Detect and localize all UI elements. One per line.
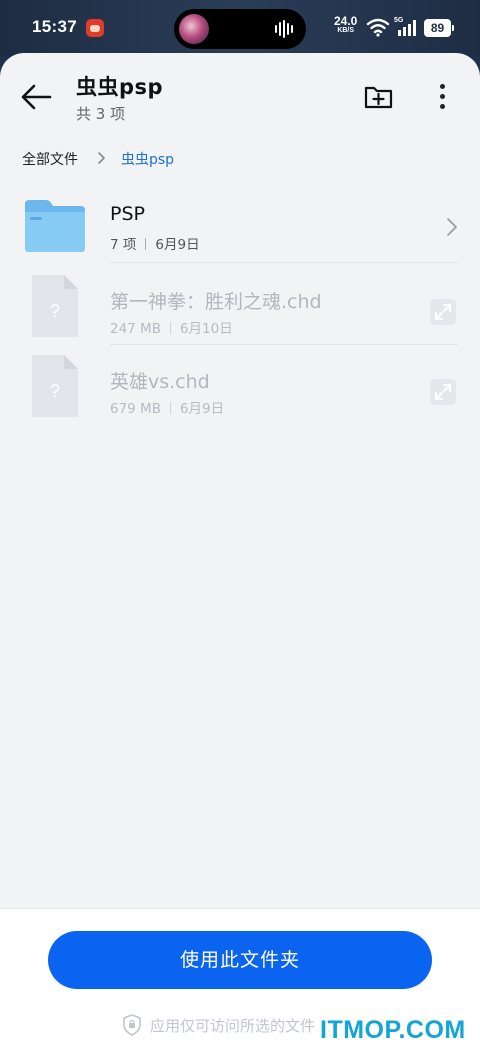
- file-name: 第一神拳：胜利之魂.chd: [110, 291, 322, 313]
- list-item[interactable]: PSP 7 项 6月9日: [0, 183, 480, 263]
- file-name: PSP: [110, 203, 145, 225]
- network-speed-value: 24.0: [334, 14, 358, 28]
- use-folder-button[interactable]: 使用此文件夹: [48, 931, 432, 989]
- privacy-note-text: 应用仅可访问所选的文件: [150, 1017, 316, 1035]
- signal-label: 5G: [394, 17, 404, 24]
- file-meta: 247 MB 6月10日: [110, 317, 233, 337]
- file-name: 英雄vs.chd: [110, 371, 210, 393]
- modified-date: 6月9日: [155, 237, 200, 253]
- unknown-file-icon: ?: [32, 355, 78, 417]
- more-options-icon[interactable]: [432, 81, 452, 113]
- back-arrow-icon[interactable]: [18, 79, 58, 115]
- audio-wave-icon: [275, 20, 293, 38]
- network-speed: 24.0 KB/S: [334, 14, 358, 35]
- item-count-label: 7 项: [110, 237, 137, 253]
- network-speed-unit: KB/S: [337, 27, 355, 34]
- item-count: 共 3 项: [76, 105, 126, 123]
- chevron-right-icon: [98, 152, 105, 164]
- wifi-icon: [366, 18, 390, 37]
- new-folder-icon[interactable]: [362, 81, 396, 113]
- page-title: 虫虫psp: [76, 75, 164, 99]
- breadcrumb-current[interactable]: 虫虫psp: [121, 149, 174, 169]
- watermark-logo: ITMOP.COM: [320, 1016, 466, 1044]
- divider: [110, 262, 458, 263]
- list-item: ? 第一神拳：胜利之魂.chd 247 MB 6月10日: [0, 265, 480, 345]
- modified-date: 6月9日: [179, 401, 225, 417]
- svg-text:?: ?: [50, 301, 60, 321]
- cellular-signal-icon: 5G: [394, 17, 416, 36]
- shield-icon: [123, 1014, 141, 1036]
- modified-date: 6月10日: [179, 321, 233, 337]
- unknown-file-icon: ?: [32, 275, 78, 337]
- dynamic-island[interactable]: [174, 9, 306, 49]
- status-bar: 15:37 24.0 KB/S 5G 89: [0, 0, 480, 56]
- file-size: 247 MB: [110, 321, 161, 337]
- app-notification-icon: [86, 19, 104, 37]
- battery-indicator: 89: [424, 19, 454, 37]
- chevron-right-icon: [447, 218, 457, 236]
- svg-text:?: ?: [50, 381, 60, 401]
- file-size: 679 MB: [110, 401, 161, 417]
- music-cover-icon: [179, 14, 209, 44]
- folder-icon: [25, 200, 85, 252]
- expand-icon: [430, 299, 456, 325]
- list-item: ? 英雄vs.chd 679 MB 6月9日: [0, 345, 480, 425]
- status-time: 15:37: [32, 17, 77, 36]
- breadcrumb-root[interactable]: 全部文件: [22, 149, 78, 169]
- file-meta: 679 MB 6月9日: [110, 397, 224, 417]
- expand-icon: [430, 379, 456, 405]
- file-picker-sheet: 虫虫psp 共 3 项 全部文件 虫虫psp PSP 7 项 6月9日 ? 第一…: [0, 53, 480, 1056]
- file-meta: 7 项 6月9日: [110, 233, 200, 253]
